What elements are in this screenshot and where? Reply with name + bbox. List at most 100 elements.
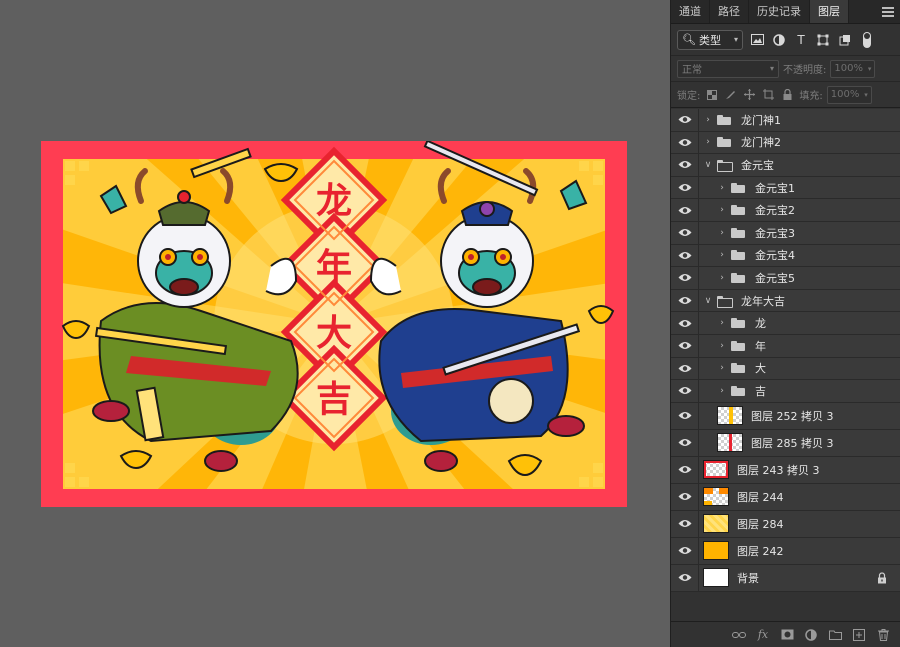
- filter-toggle[interactable]: [863, 31, 871, 48]
- visibility-eye-icon[interactable]: [671, 244, 699, 267]
- tab-layers[interactable]: 图层: [810, 0, 849, 23]
- chevron-right-icon[interactable]: ›: [717, 341, 727, 351]
- visibility-eye-icon[interactable]: [671, 380, 699, 402]
- layers-list[interactable]: › 龙门神1 › 龙门神2 ∨ 金元宝 › 金元宝1 › 金元宝2 › 金元宝3 › 金元宝4 › 金元宝5 ∨…: [671, 109, 900, 621]
- adjustment-icon[interactable]: [771, 32, 787, 48]
- layer-name: 金元宝1: [755, 181, 795, 195]
- visibility-eye-icon[interactable]: [671, 564, 699, 591]
- new-layer-icon[interactable]: [852, 628, 866, 642]
- chevron-down-icon: ▾: [733, 35, 738, 44]
- layer-row[interactable]: 图层 243 拷贝 3: [671, 456, 900, 484]
- adjustment-layer-icon[interactable]: [804, 628, 818, 642]
- layer-row[interactable]: ∨ 龙年大吉: [671, 289, 900, 313]
- visibility-eye-icon[interactable]: [671, 537, 699, 564]
- link-icon[interactable]: [732, 628, 746, 642]
- chevron-right-icon[interactable]: ›: [717, 273, 727, 283]
- layer-name: 吉: [755, 384, 766, 398]
- mask-icon[interactable]: [780, 628, 794, 642]
- chevron-down-icon[interactable]: ∨: [703, 160, 713, 170]
- visibility-eye-icon[interactable]: [671, 131, 699, 154]
- new-group-icon[interactable]: [828, 628, 842, 642]
- filter-kind-select[interactable]: 🔍︎ 类型 ▾: [677, 29, 743, 50]
- visibility-eye-icon[interactable]: [671, 357, 699, 380]
- shape-icon[interactable]: [815, 32, 831, 48]
- chevron-right-icon[interactable]: ›: [703, 137, 713, 147]
- title-char-3: 大: [316, 312, 352, 354]
- visibility-eye-icon[interactable]: [671, 267, 699, 289]
- layer-name: 金元宝5: [755, 271, 795, 285]
- layer-row[interactable]: › 龙: [671, 312, 900, 335]
- chevron-right-icon[interactable]: ›: [717, 228, 727, 238]
- chevron-right-icon[interactable]: ›: [717, 250, 727, 260]
- chevron-right-icon[interactable]: ›: [717, 386, 727, 396]
- chevron-right-icon[interactable]: ›: [703, 115, 713, 125]
- visibility-eye-icon[interactable]: [671, 221, 699, 244]
- visibility-eye-icon[interactable]: [671, 312, 699, 334]
- smart-object-icon[interactable]: [837, 32, 853, 48]
- lock-position-icon[interactable]: [742, 87, 757, 102]
- layer-row[interactable]: › 金元宝3: [671, 221, 900, 245]
- image-icon[interactable]: [749, 32, 765, 48]
- layer-body: › 大: [699, 358, 900, 380]
- chevron-right-icon[interactable]: ›: [717, 318, 727, 328]
- delete-icon[interactable]: [876, 628, 890, 642]
- panel-menu-icon[interactable]: [882, 5, 894, 17]
- fx-icon[interactable]: fx: [756, 628, 770, 642]
- layer-row[interactable]: ∨ 金元宝: [671, 154, 900, 177]
- panel-bottom-bar: fx: [671, 621, 900, 647]
- folder-icon: [731, 340, 745, 351]
- layer-thumbnail: [717, 433, 743, 453]
- lock-transparency-icon[interactable]: [704, 87, 719, 102]
- blend-mode-select[interactable]: 正常 ▾: [677, 59, 779, 78]
- fill-value: 100%: [830, 89, 860, 100]
- layer-row[interactable]: › 年: [671, 334, 900, 358]
- visibility-eye-icon[interactable]: [671, 199, 699, 221]
- visibility-eye-icon[interactable]: [671, 154, 699, 176]
- folder-icon: [717, 114, 731, 125]
- chevron-right-icon[interactable]: ›: [717, 363, 727, 373]
- layer-row[interactable]: 图层 285 拷贝 3: [671, 429, 900, 457]
- layer-row[interactable]: 图层 284: [671, 510, 900, 538]
- canvas-area[interactable]: 龙 年 大 吉: [0, 0, 670, 647]
- chevron-right-icon[interactable]: ›: [717, 205, 727, 215]
- layer-name: 龙: [755, 317, 766, 331]
- layer-row[interactable]: 图层 252 拷贝 3: [671, 402, 900, 430]
- layer-name: 龙年大吉: [741, 294, 785, 308]
- visibility-eye-icon[interactable]: [671, 429, 699, 456]
- type-icon[interactable]: T: [793, 32, 809, 48]
- visibility-eye-icon[interactable]: [671, 334, 699, 357]
- title-char-4: 吉: [316, 378, 352, 420]
- layer-row[interactable]: › 大: [671, 357, 900, 381]
- layer-row[interactable]: › 龙门神2: [671, 131, 900, 155]
- visibility-eye-icon[interactable]: [671, 456, 699, 483]
- layer-row[interactable]: 图层 242: [671, 537, 900, 565]
- layer-row[interactable]: › 吉: [671, 380, 900, 403]
- lock-all-icon[interactable]: [780, 87, 795, 102]
- layer-row[interactable]: 背景: [671, 564, 900, 592]
- visibility-eye-icon[interactable]: [671, 289, 699, 312]
- layer-row[interactable]: › 龙门神1: [671, 109, 900, 132]
- chevron-right-icon[interactable]: ›: [717, 183, 727, 193]
- fill-input[interactable]: 100% ▾: [826, 85, 872, 104]
- artwork-canvas[interactable]: 龙 年 大 吉: [41, 141, 627, 507]
- lock-pixels-icon[interactable]: [723, 87, 738, 102]
- layer-row[interactable]: › 金元宝1: [671, 176, 900, 200]
- layer-row[interactable]: › 金元宝5: [671, 267, 900, 290]
- layer-row[interactable]: › 金元宝4: [671, 244, 900, 268]
- visibility-eye-icon[interactable]: [671, 176, 699, 199]
- visibility-eye-icon[interactable]: [671, 402, 699, 429]
- layer-row[interactable]: › 金元宝2: [671, 199, 900, 222]
- chevron-down-icon[interactable]: ∨: [703, 296, 713, 306]
- tab-channels[interactable]: 通道: [671, 0, 710, 23]
- visibility-eye-icon[interactable]: [671, 109, 699, 131]
- layer-row[interactable]: 图层 244: [671, 483, 900, 511]
- layer-body: › 龙门神1: [699, 109, 900, 131]
- folder-icon: [731, 250, 745, 261]
- visibility-eye-icon[interactable]: [671, 483, 699, 510]
- opacity-input[interactable]: 100% ▾: [830, 59, 876, 78]
- layer-thumbnail: [703, 568, 729, 588]
- tab-history[interactable]: 历史记录: [749, 0, 810, 23]
- visibility-eye-icon[interactable]: [671, 510, 699, 537]
- lock-artboard-icon[interactable]: [761, 87, 776, 102]
- tab-paths[interactable]: 路径: [710, 0, 749, 23]
